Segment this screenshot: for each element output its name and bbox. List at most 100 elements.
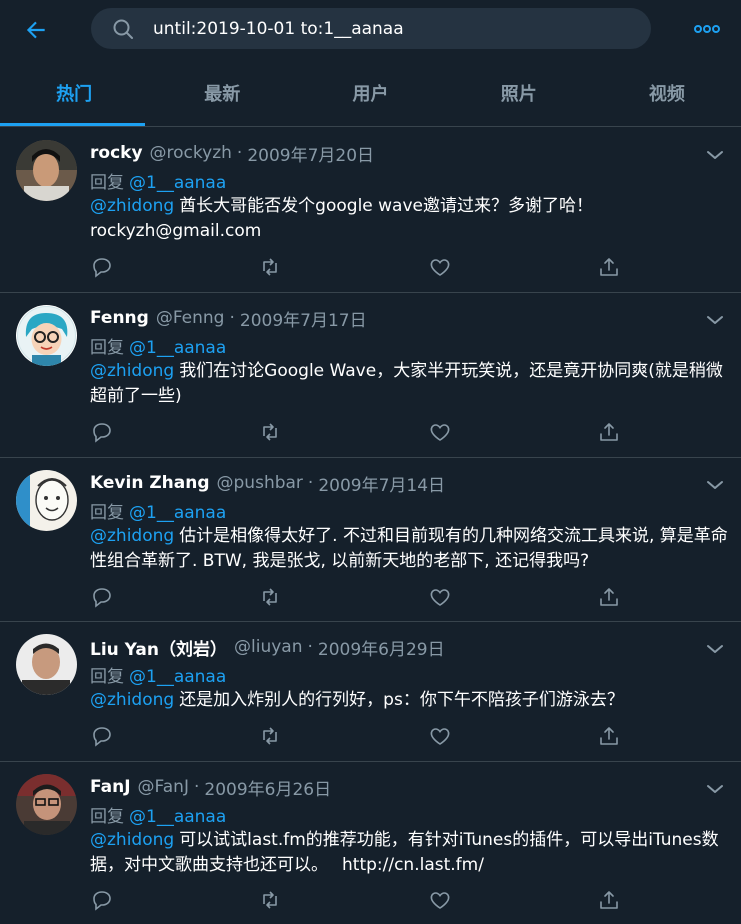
tab-people[interactable]: 用户 — [296, 60, 444, 126]
reply-context: 回复 @1__aanaa — [90, 802, 226, 827]
user-name[interactable]: Kevin Zhang — [90, 473, 210, 493]
user-name[interactable]: FanJ — [90, 777, 131, 797]
heart-icon[interactable] — [428, 255, 452, 279]
user-handle[interactable]: @Fenng — [156, 308, 225, 328]
tweet-content: 估计是相像得太好了. 不过和目前现有的几种网络交流工具来说, 算是革命性组合革新… — [90, 526, 728, 571]
avatar[interactable] — [16, 774, 77, 835]
mention-link[interactable]: @zhidong — [90, 690, 174, 710]
share-icon[interactable] — [597, 724, 621, 748]
mention-link[interactable]: @zhidong — [90, 830, 174, 850]
retweet-icon[interactable] — [258, 724, 282, 748]
more-dots-icon — [694, 25, 720, 33]
user-handle[interactable]: @rockyzh — [150, 143, 232, 163]
avatar[interactable] — [16, 305, 77, 366]
retweet-icon[interactable] — [258, 888, 282, 912]
tweet[interactable]: Liu Yan（刘岩） @liuyan · 2009年6月29日 回复 @1__a… — [0, 622, 741, 762]
tweet[interactable]: Kevin Zhang @pushbar · 2009年7月14日 回复 @1__… — [0, 458, 741, 622]
separator-dot: · — [307, 637, 313, 657]
share-icon[interactable] — [597, 888, 621, 912]
url-link[interactable]: http://cn.last.fm/ — [342, 855, 484, 875]
reply-icon[interactable] — [90, 420, 114, 444]
reply-to-link[interactable]: @1__aanaa — [129, 503, 226, 523]
retweet-icon[interactable] — [258, 420, 282, 444]
tweet-text: @zhidong 可以试试last.fm的推荐功能，有针对iTunes的插件，可以… — [90, 828, 730, 878]
reply-to-link[interactable]: @1__aanaa — [129, 667, 226, 687]
tweet[interactable]: FanJ @FanJ · 2009年6月26日 回复 @1__aanaa @zhi… — [0, 762, 741, 924]
avatar[interactable] — [16, 634, 77, 695]
retweet-icon[interactable] — [258, 585, 282, 609]
user-name[interactable]: Fenng — [90, 308, 149, 328]
tweet-actions — [90, 888, 730, 916]
tweet[interactable]: Fenng @Fenng · 2009年7月17日 回复 @1__aanaa @z… — [0, 293, 741, 458]
retweet-icon[interactable] — [258, 255, 282, 279]
tab-top[interactable]: 热门 — [0, 60, 148, 126]
search-tabs: 热门 最新 用户 照片 视频 — [0, 60, 741, 127]
tweet-text: @zhidong 酋长大哥能否发个google wave邀请过来？多谢了哈！ ro… — [90, 194, 730, 244]
mention-link[interactable]: @zhidong — [90, 196, 174, 216]
reply-to-link[interactable]: @1__aanaa — [129, 338, 226, 358]
heart-icon[interactable] — [428, 420, 452, 444]
search-input[interactable] — [153, 8, 633, 49]
arrow-left-icon — [26, 21, 45, 39]
mention-link[interactable]: @zhidong — [90, 526, 174, 546]
reply-icon[interactable] — [90, 724, 114, 748]
user-handle[interactable]: @liuyan — [234, 637, 302, 657]
tweet-header: Kevin Zhang @pushbar · 2009年7月14日 — [90, 470, 445, 496]
reply-to-link[interactable]: @1__aanaa — [129, 173, 226, 193]
reply-prefix: 回复 — [90, 338, 124, 358]
tab-photos[interactable]: 照片 — [445, 60, 593, 126]
top-bar — [0, 0, 741, 60]
reply-to-link[interactable]: @1__aanaa — [129, 807, 226, 827]
heart-icon[interactable] — [428, 585, 452, 609]
tweet-date[interactable]: 2009年7月20日 — [247, 141, 374, 166]
tweet-actions — [90, 255, 730, 283]
chevron-down-icon[interactable] — [703, 143, 727, 167]
more-button[interactable] — [690, 14, 724, 44]
tweet-header: Liu Yan（刘岩） @liuyan · 2009年6月29日 — [90, 634, 445, 660]
user-handle[interactable]: @pushbar — [217, 473, 303, 493]
reply-prefix: 回复 — [90, 173, 124, 193]
tweet[interactable]: rocky @rockyzh · 2009年7月20日 回复 @1__aanaa … — [0, 128, 741, 293]
tweet-text: @zhidong 估计是相像得太好了. 不过和目前现有的几种网络交流工具来说, 算… — [90, 524, 730, 574]
share-icon[interactable] — [597, 585, 621, 609]
tweet-date[interactable]: 2009年7月14日 — [318, 471, 445, 496]
separator-dot: · — [229, 308, 235, 328]
tab-latest[interactable]: 最新 — [148, 60, 296, 126]
user-name[interactable]: rocky — [90, 143, 143, 163]
search-box[interactable] — [91, 8, 651, 49]
back-button[interactable] — [18, 12, 54, 48]
tweet-actions — [90, 724, 730, 752]
tweet-date[interactable]: 2009年6月29日 — [318, 635, 445, 660]
reply-context: 回复 @1__aanaa — [90, 498, 226, 523]
separator-dot: · — [193, 777, 200, 797]
reply-icon[interactable] — [90, 255, 114, 279]
chevron-down-icon[interactable] — [703, 473, 727, 497]
reply-context: 回复 @1__aanaa — [90, 662, 226, 687]
tweet-content: 我们在讨论Google Wave，大家半开玩笑说，还是竟开协同爽(就是稍微超前了… — [90, 361, 723, 406]
tweet-date[interactable]: 2009年7月17日 — [240, 306, 367, 331]
reply-icon[interactable] — [90, 888, 114, 912]
reply-icon[interactable] — [90, 585, 114, 609]
avatar[interactable] — [16, 140, 77, 201]
reply-prefix: 回复 — [90, 807, 124, 827]
tweet-header: FanJ @FanJ · 2009年6月26日 — [90, 774, 331, 800]
tab-videos[interactable]: 视频 — [593, 60, 741, 126]
chevron-down-icon[interactable] — [703, 637, 727, 661]
tweet-text: @zhidong 我们在讨论Google Wave，大家半开玩笑说，还是竟开协同爽… — [90, 359, 730, 409]
user-handle[interactable]: @FanJ — [138, 777, 189, 797]
avatar[interactable] — [16, 470, 77, 531]
heart-icon[interactable] — [428, 888, 452, 912]
reply-prefix: 回复 — [90, 667, 124, 687]
tweet-header: rocky @rockyzh · 2009年7月20日 — [90, 140, 374, 166]
chevron-down-icon[interactable] — [703, 777, 727, 801]
reply-context: 回复 @1__aanaa — [90, 333, 226, 358]
mention-link[interactable]: @zhidong — [90, 361, 174, 381]
share-icon[interactable] — [597, 420, 621, 444]
tweet-date[interactable]: 2009年6月26日 — [204, 775, 331, 800]
heart-icon[interactable] — [428, 724, 452, 748]
chevron-down-icon[interactable] — [703, 308, 727, 332]
separator-dot: · — [236, 143, 243, 163]
share-icon[interactable] — [597, 255, 621, 279]
reply-context: 回复 @1__aanaa — [90, 168, 226, 193]
user-name[interactable]: Liu Yan（刘岩） — [90, 635, 227, 660]
